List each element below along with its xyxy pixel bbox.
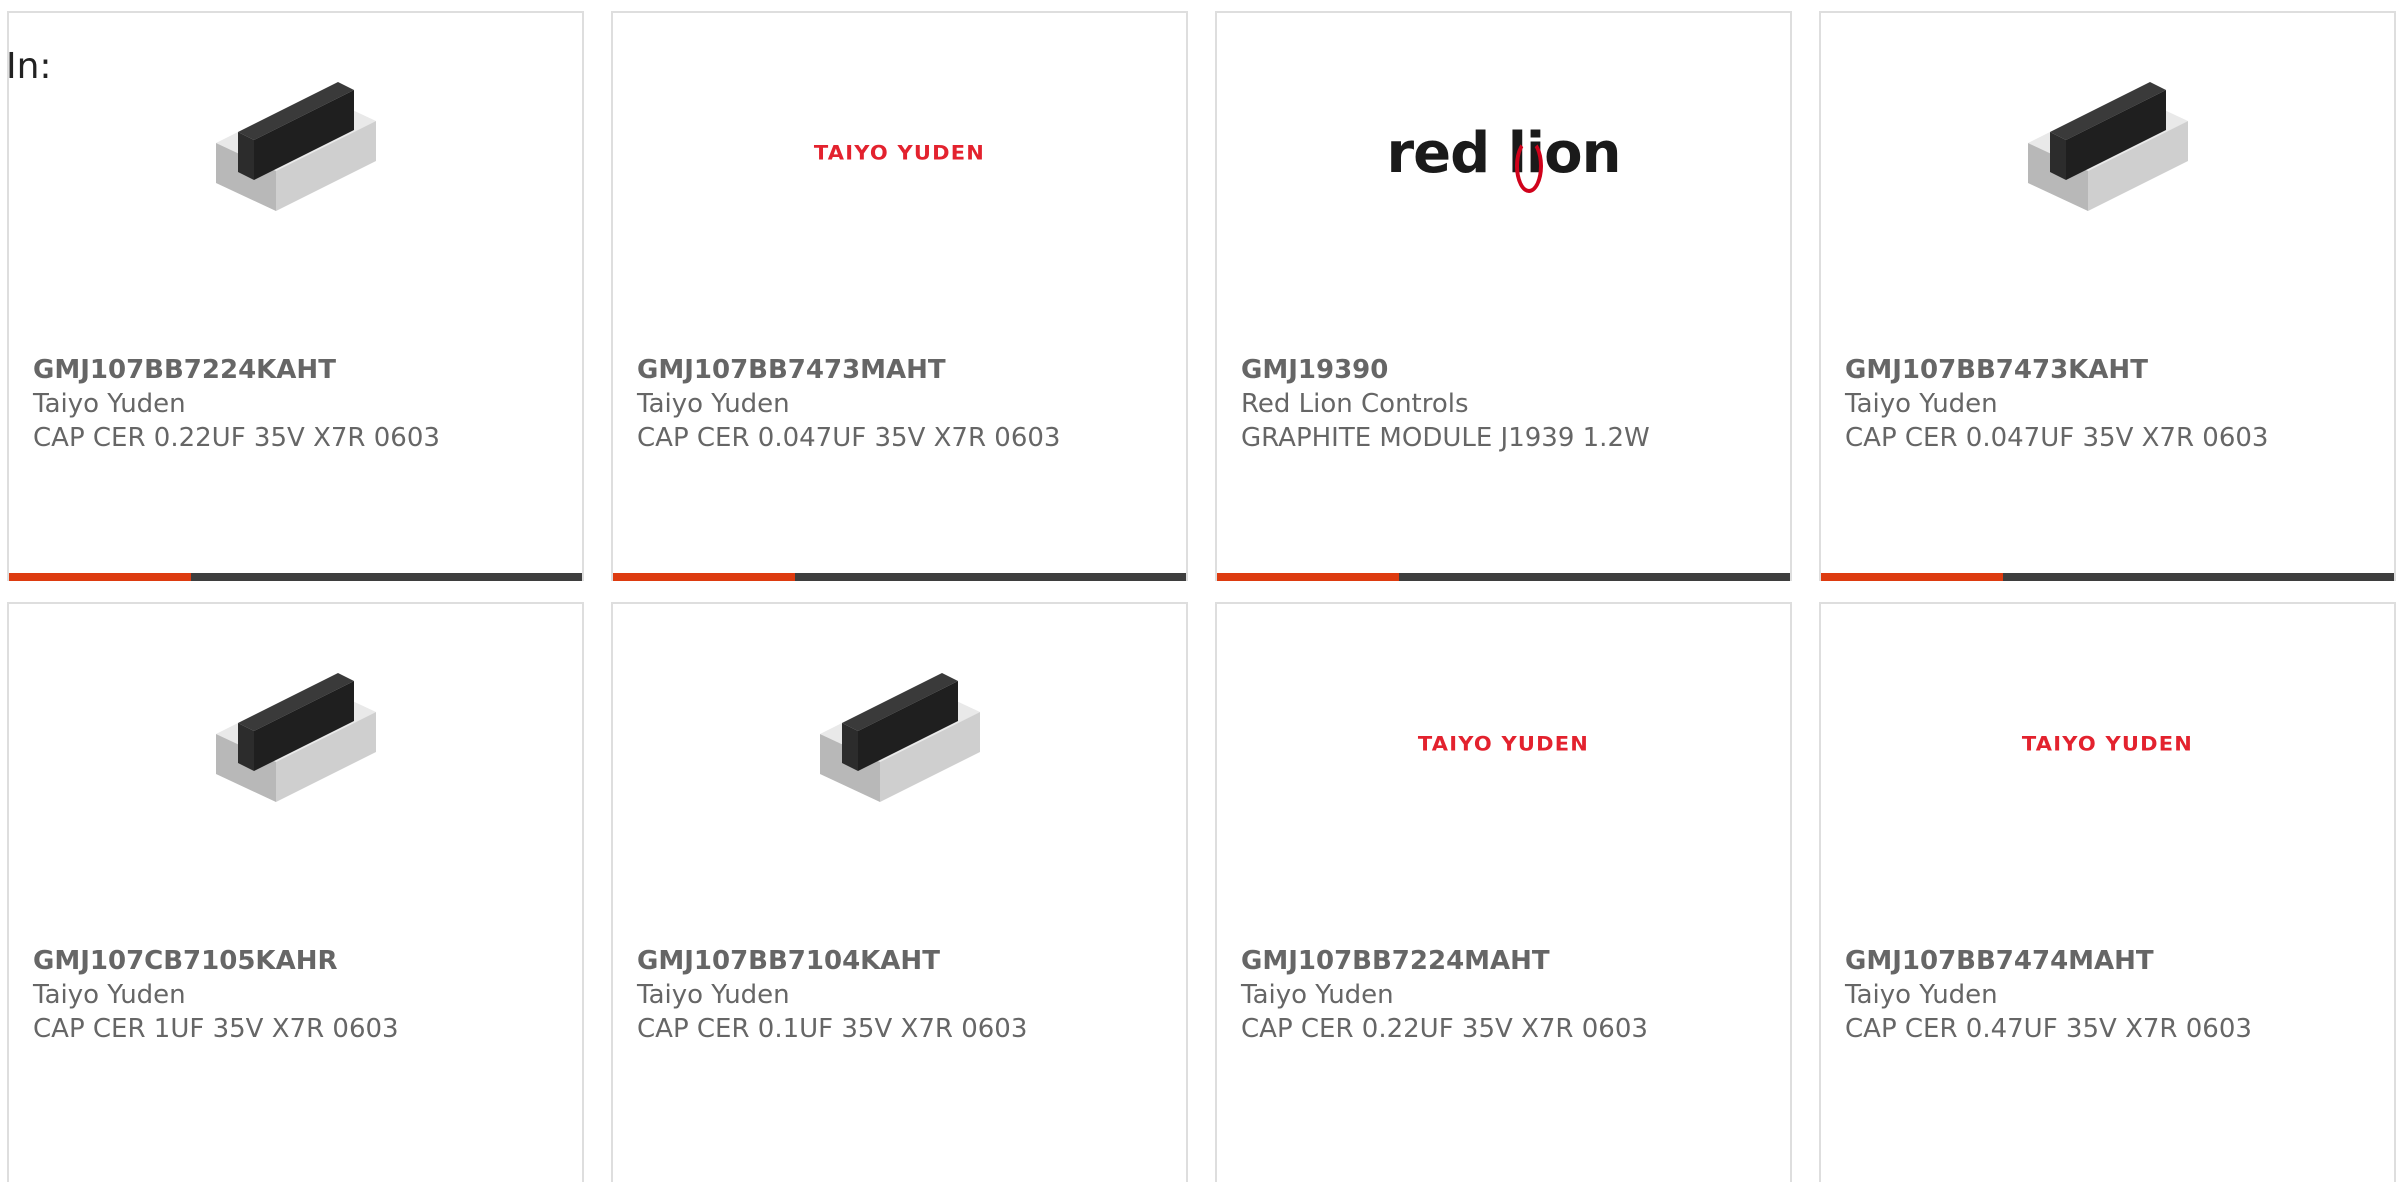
in-label: In: <box>6 46 52 87</box>
capacitor-chip-image <box>215 82 376 211</box>
description: CAP CER 0.047UF 35V X7R 0603 <box>1845 423 2269 453</box>
red-lion-logo-text: red lion <box>1386 120 1622 186</box>
description: CAP CER 0.22UF 35V X7R 0603 <box>33 423 440 453</box>
manufacturer: Taiyo Yuden <box>33 980 186 1010</box>
red-lion-mark-icon <box>1514 138 1543 193</box>
capacitor-chip-image <box>819 673 980 802</box>
product-image[interactable] <box>9 53 582 253</box>
capacitor-chip-image <box>215 673 376 802</box>
description: CAP CER 0.047UF 35V X7R 0603 <box>637 423 1061 453</box>
red-lion-logo: red lion <box>1386 120 1622 193</box>
product-card[interactable]: GMJ107CB7105KAHR Taiyo Yuden CAP CER 1UF… <box>7 602 584 1182</box>
product-card[interactable]: GMJ107BB7473KAHT Taiyo Yuden CAP CER 0.0… <box>1819 11 2396 581</box>
product-image[interactable] <box>1821 53 2394 253</box>
product-image[interactable] <box>9 644 582 844</box>
part-number-link[interactable]: GMJ107BB7474MAHT <box>1845 944 2384 978</box>
part-number-link[interactable]: GMJ107BB7104KAHT <box>637 944 1176 978</box>
card-bar-accent <box>1821 573 2003 581</box>
product-image[interactable]: TAIYO YUDEN <box>1217 644 1790 844</box>
product-image[interactable] <box>613 644 1186 844</box>
manufacturer: Taiyo Yuden <box>637 980 790 1010</box>
description: CAP CER 0.22UF 35V X7R 0603 <box>1241 1014 1648 1044</box>
taiyo-yuden-logo: TAIYO YUDEN <box>2021 732 2194 756</box>
manufacturer: Taiyo Yuden <box>1845 980 1998 1010</box>
product-card[interactable]: TAIYO YUDEN GMJ107BB7474MAHT Taiyo Yuden… <box>1819 602 2396 1182</box>
taiyo-yuden-logo: TAIYO YUDEN <box>1417 732 1590 756</box>
part-number-link[interactable]: GMJ107BB7224MAHT <box>1241 944 1780 978</box>
card-bar-accent <box>1217 573 1399 581</box>
part-number-link[interactable]: GMJ107BB7473KAHT <box>1845 353 2384 387</box>
description: CAP CER 0.1UF 35V X7R 0603 <box>637 1014 1028 1044</box>
product-image[interactable]: TAIYO YUDEN <box>613 53 1186 253</box>
description: CAP CER 0.47UF 35V X7R 0603 <box>1845 1014 2252 1044</box>
product-card[interactable]: TAIYO YUDEN GMJ107BB7224MAHT Taiyo Yuden… <box>1215 602 1792 1182</box>
description: GRAPHITE MODULE J1939 1.2W <box>1241 423 1650 453</box>
description: CAP CER 1UF 35V X7R 0603 <box>33 1014 399 1044</box>
manufacturer: Taiyo Yuden <box>1241 980 1394 1010</box>
capacitor-chip-image <box>2027 82 2188 211</box>
manufacturer: Taiyo Yuden <box>637 389 790 419</box>
taiyo-yuden-logo: TAIYO YUDEN <box>813 141 986 165</box>
card-bottom-bar <box>613 573 1186 581</box>
product-card[interactable]: TAIYO YUDEN GMJ107BB7473MAHT Taiyo Yuden… <box>611 11 1188 581</box>
product-card[interactable]: GMJ107BB7224KAHT Taiyo Yuden CAP CER 0.2… <box>7 11 584 581</box>
product-card[interactable]: red lion GMJ19390 Red Lion Controls GRAP… <box>1215 11 1792 581</box>
card-bar-accent <box>613 573 795 581</box>
card-bar-accent <box>9 573 191 581</box>
manufacturer: Red Lion Controls <box>1241 389 1469 419</box>
manufacturer: Taiyo Yuden <box>1845 389 1998 419</box>
product-card[interactable]: GMJ107BB7104KAHT Taiyo Yuden CAP CER 0.1… <box>611 602 1188 1182</box>
card-bottom-bar <box>1821 573 2394 581</box>
product-image[interactable]: red lion <box>1217 53 1790 253</box>
part-number-link[interactable]: GMJ107BB7473MAHT <box>637 353 1176 387</box>
card-bottom-bar <box>1217 573 1790 581</box>
part-number-link[interactable]: GMJ107CB7105KAHR <box>33 944 572 978</box>
part-number-link[interactable]: GMJ107BB7224KAHT <box>33 353 572 387</box>
product-image[interactable]: TAIYO YUDEN <box>1821 644 2394 844</box>
manufacturer: Taiyo Yuden <box>33 389 186 419</box>
part-number-link[interactable]: GMJ19390 <box>1241 353 1780 387</box>
card-bottom-bar <box>9 573 582 581</box>
